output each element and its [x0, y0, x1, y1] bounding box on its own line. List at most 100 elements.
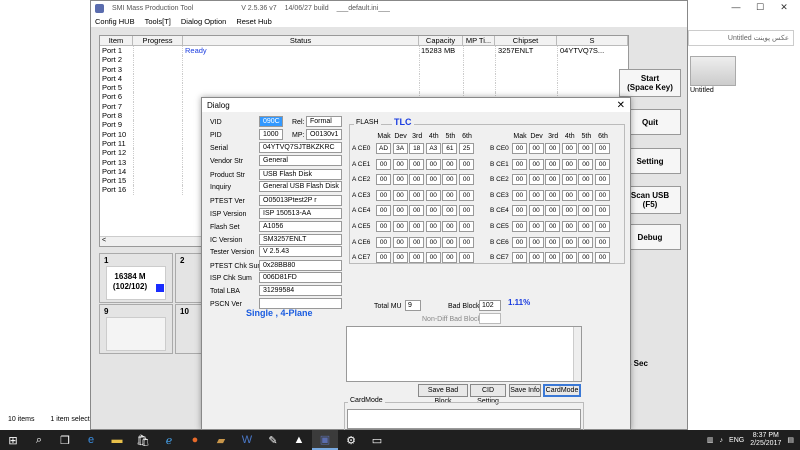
flash-id-cell[interactable]: 00: [595, 189, 610, 201]
flash-id-cell[interactable]: 00: [459, 174, 474, 186]
port-row[interactable]: Port 5: [100, 83, 628, 93]
rel-field[interactable]: Formal: [306, 116, 342, 127]
field-value[interactable]: General: [259, 155, 342, 166]
flash-id-cell[interactable]: 00: [595, 143, 610, 154]
flash-id-cell[interactable]: 00: [578, 236, 594, 248]
flash-id-cell[interactable]: 25: [459, 143, 474, 154]
flash-id-cell[interactable]: 00: [392, 236, 408, 248]
total-mu-field[interactable]: 9: [405, 300, 421, 311]
flash-id-cell[interactable]: 00: [595, 205, 610, 217]
flash-id-cell[interactable]: 00: [442, 221, 458, 232]
port-row[interactable]: Port 4: [100, 73, 628, 84]
flash-id-cell[interactable]: 00: [376, 236, 391, 248]
field-value[interactable]: 31299584: [259, 285, 342, 296]
firefox-icon[interactable]: ●: [182, 430, 208, 450]
port-row[interactable]: Port 3: [100, 64, 628, 74]
flash-id-cell[interactable]: 00: [528, 221, 544, 232]
flash-id-cell[interactable]: 00: [392, 252, 408, 264]
flash-id-cell[interactable]: 00: [512, 236, 527, 248]
windows-start-icon[interactable]: ⊞: [0, 430, 26, 450]
flash-id-cell[interactable]: 00: [595, 221, 610, 232]
smi-tool-taskbar-icon[interactable]: ▣: [312, 430, 338, 450]
field-value[interactable]: 006D81FD: [259, 272, 342, 283]
field-value[interactable]: ISP 150513-AA: [259, 208, 342, 219]
flash-id-cell[interactable]: 00: [545, 252, 561, 264]
cid-setting-button[interactable]: CID Setting: [470, 384, 506, 405]
flash-id-cell[interactable]: 61: [442, 143, 458, 154]
scroll-left-icon[interactable]: <: [102, 237, 106, 244]
flash-id-cell[interactable]: 00: [409, 252, 425, 264]
flash-id-cell[interactable]: 00: [425, 221, 441, 232]
flash-id-cell[interactable]: 00: [425, 174, 441, 186]
flash-id-cell[interactable]: 00: [425, 205, 441, 217]
port-row[interactable]: Port 2: [100, 55, 628, 65]
flash-id-cell[interactable]: 00: [545, 236, 561, 248]
flash-id-cell[interactable]: 00: [512, 221, 527, 232]
flash-id-cell[interactable]: 00: [459, 252, 474, 264]
flash-id-cell[interactable]: 00: [409, 236, 425, 248]
flash-id-cell[interactable]: 00: [578, 189, 594, 201]
flash-id-cell[interactable]: 00: [595, 158, 610, 170]
flash-id-cell[interactable]: 00: [545, 143, 561, 154]
col-header-serial[interactable]: S: [557, 36, 628, 45]
menu-dialog-option[interactable]: Dialog Option: [181, 17, 226, 26]
col-header-status[interactable]: Status: [183, 36, 419, 45]
flash-id-cell[interactable]: 00: [425, 236, 441, 248]
flash-id-cell[interactable]: 00: [512, 205, 527, 217]
flash-id-cell[interactable]: A3: [425, 143, 441, 154]
flash-id-cell[interactable]: 00: [561, 236, 577, 248]
volume-icon[interactable]: ♪: [720, 437, 724, 444]
flash-id-cell[interactable]: 18: [409, 143, 425, 154]
col-header-capacity[interactable]: Capacity: [419, 36, 463, 45]
col-header-chipset[interactable]: Chipset: [495, 36, 557, 45]
flash-id-cell[interactable]: 00: [409, 174, 425, 186]
field-value[interactable]: USB Flash Disk: [259, 169, 342, 180]
flash-id-cell[interactable]: 00: [561, 189, 577, 201]
flash-id-cell[interactable]: 00: [528, 174, 544, 186]
tool-icon[interactable]: ⚙: [338, 430, 364, 450]
usb-icon[interactable]: ▭: [364, 430, 390, 450]
flash-id-cell[interactable]: 00: [442, 189, 458, 201]
flash-id-cell[interactable]: 00: [528, 158, 544, 170]
start-button[interactable]: Start (Space Key): [619, 69, 681, 97]
flash-id-cell[interactable]: 00: [376, 205, 391, 217]
cardmode-field[interactable]: [347, 409, 581, 429]
menu-config-hub[interactable]: Config HUB: [95, 17, 135, 26]
flash-id-cell[interactable]: 00: [425, 252, 441, 264]
flash-id-cell[interactable]: 00: [392, 158, 408, 170]
flash-id-cell[interactable]: 00: [595, 252, 610, 264]
field-value[interactable]: 0x28BB80: [259, 260, 342, 271]
flash-id-cell[interactable]: 00: [561, 205, 577, 217]
flash-id-cell[interactable]: 00: [528, 143, 544, 154]
explorer-search-input[interactable]: عكس پوینت Untitled: [688, 30, 794, 46]
store-icon[interactable]: 🛍: [130, 430, 156, 450]
flash-id-cell[interactable]: 00: [442, 205, 458, 217]
flash-id-cell[interactable]: 00: [545, 189, 561, 201]
flash-id-cell[interactable]: 00: [459, 221, 474, 232]
close-icon[interactable]: ✕: [772, 0, 796, 14]
flash-id-cell[interactable]: 00: [512, 189, 527, 201]
flash-id-cell[interactable]: 00: [425, 158, 441, 170]
flash-id-cell[interactable]: 00: [545, 158, 561, 170]
port-row[interactable]: Port 1 Ready 15283 MB 3257ENLT 04YTVQ7S...: [100, 46, 628, 56]
flash-id-cell[interactable]: 00: [376, 174, 391, 186]
flash-id-cell[interactable]: 00: [578, 143, 594, 154]
flash-id-cell[interactable]: 00: [512, 158, 527, 170]
field-value[interactable]: General USB Flash Disk: [259, 181, 342, 192]
port-tile-1[interactable]: 1 16384 M (102/102): [99, 253, 173, 303]
notifications-icon[interactable]: ▤: [787, 436, 794, 444]
flash-id-cell[interactable]: 00: [409, 205, 425, 217]
flash-id-cell[interactable]: 00: [578, 174, 594, 186]
flash-id-cell[interactable]: 00: [528, 189, 544, 201]
flash-id-cell[interactable]: 00: [578, 205, 594, 217]
flash-id-cell[interactable]: 00: [512, 143, 527, 154]
network-icon[interactable]: ▥: [707, 436, 714, 444]
flash-id-cell[interactable]: 00: [425, 189, 441, 201]
field-value[interactable]: SM3257ENLT: [259, 234, 342, 245]
col-header-mp-time[interactable]: MP Ti...: [463, 36, 495, 45]
bad-block-field[interactable]: 102: [479, 300, 501, 311]
flash-id-cell[interactable]: 00: [528, 236, 544, 248]
col-header-item[interactable]: Item: [100, 36, 133, 45]
flash-id-cell[interactable]: 00: [442, 158, 458, 170]
folder-icon[interactable]: ▰: [208, 430, 234, 450]
